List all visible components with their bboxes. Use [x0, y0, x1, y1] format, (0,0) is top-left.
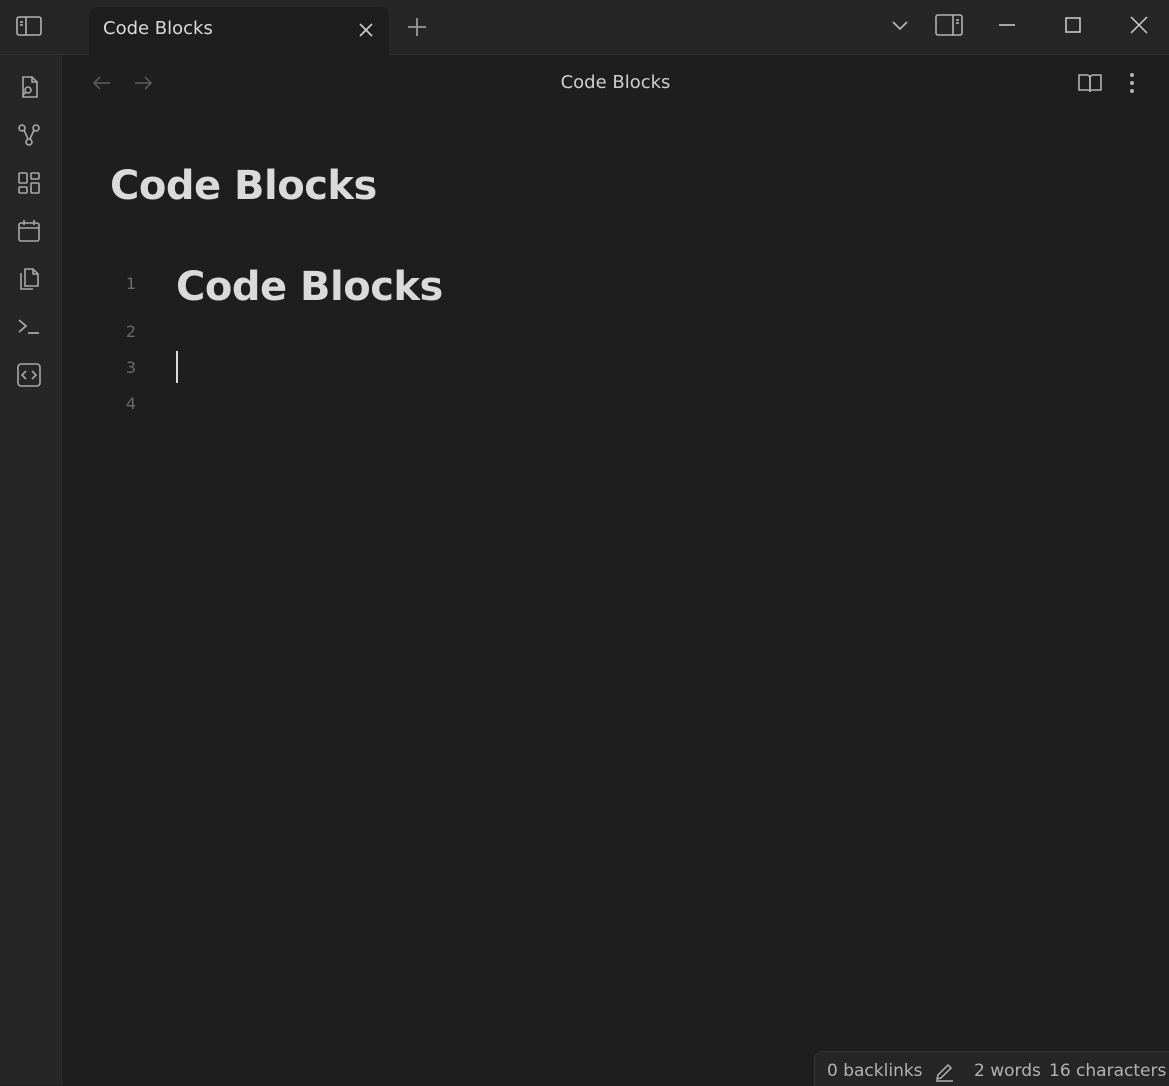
- tab-title: Code Blocks: [103, 18, 213, 39]
- ribbon: [0, 55, 62, 1085]
- graph-icon[interactable]: [16, 122, 42, 148]
- line-number: 1: [125, 274, 136, 293]
- editor-heading-line[interactable]: Code Blocks: [176, 264, 443, 310]
- right-sidebar-icon[interactable]: [934, 13, 964, 37]
- file-search-icon[interactable]: [16, 74, 42, 100]
- code-icon[interactable]: [16, 362, 42, 388]
- close-icon[interactable]: [356, 20, 376, 40]
- title-bar: Code Blocks: [0, 0, 1169, 55]
- more-vertical-icon[interactable]: [1123, 71, 1141, 95]
- sidebar-toggle-icon[interactable]: [12, 11, 46, 41]
- backlinks-count[interactable]: 0 backlinks: [827, 1061, 923, 1081]
- line-number: 2: [125, 322, 136, 341]
- dashboard-icon[interactable]: [16, 170, 42, 196]
- copy-icon[interactable]: [16, 266, 42, 292]
- pencil-icon[interactable]: [933, 1061, 955, 1083]
- terminal-icon[interactable]: [16, 314, 42, 340]
- word-count: 2 words: [974, 1061, 1041, 1081]
- text-cursor: [176, 351, 178, 383]
- inline-title[interactable]: Code Blocks: [110, 163, 377, 209]
- plus-icon[interactable]: [405, 15, 429, 39]
- maximize-icon[interactable]: [1062, 13, 1084, 37]
- view-header: Code Blocks: [62, 55, 1169, 111]
- chevron-down-icon[interactable]: [889, 13, 911, 37]
- close-window-icon[interactable]: [1128, 13, 1150, 37]
- calendar-icon[interactable]: [16, 218, 42, 244]
- minimize-icon[interactable]: [996, 13, 1018, 37]
- character-count: 16 characters: [1049, 1061, 1167, 1081]
- status-bar: 0 backlinks 2 words 16 characters: [814, 1051, 1169, 1086]
- line-number: 4: [125, 394, 136, 413]
- book-open-icon[interactable]: [1077, 71, 1103, 95]
- view-title[interactable]: Code Blocks: [62, 72, 1169, 93]
- line-number: 3: [125, 358, 136, 377]
- tab-code-blocks[interactable]: Code Blocks: [89, 7, 389, 55]
